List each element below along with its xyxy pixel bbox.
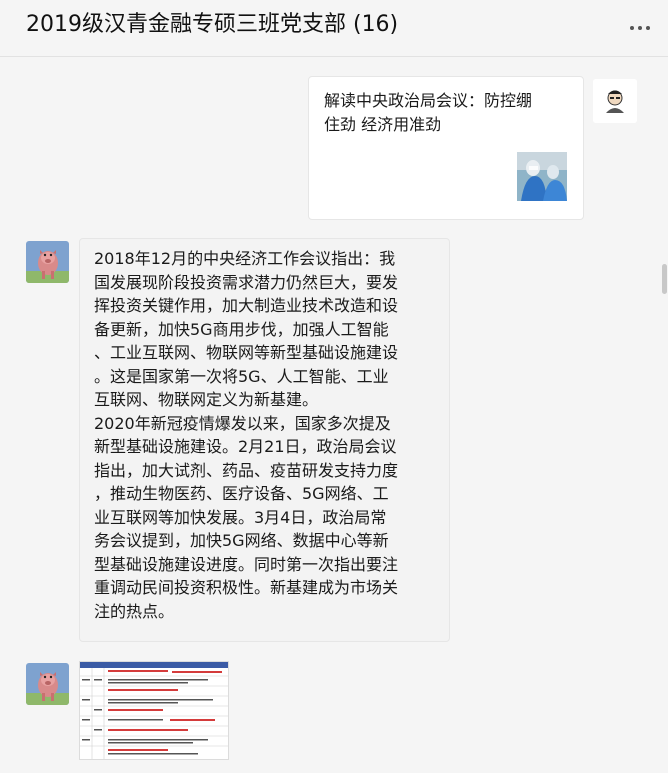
- text-message[interactable]: 2018年12月的中央经济工作会议指出：我 国发展现阶段投资需求潜力仍然巨大，要…: [79, 238, 450, 642]
- chat-scrollbar[interactable]: [660, 56, 668, 773]
- chat-scrollbar-thumb[interactable]: [662, 264, 667, 294]
- more-dots-icon[interactable]: [626, 14, 654, 42]
- link-card-message[interactable]: 解读中央政治局会议：防控绷住劲 经济用准劲: [308, 76, 584, 220]
- spreadsheet-screenshot-thumbnail[interactable]: [79, 661, 229, 760]
- sender-avatar[interactable]: [26, 663, 69, 705]
- pig-avatar-icon: [26, 241, 69, 283]
- chat-header: 2019级汉青金融专硕三班党支部 (16): [0, 0, 668, 57]
- self-avatar-icon: [593, 79, 637, 123]
- text-message-content: 2018年12月的中央经济工作会议指出：我 国发展现阶段投资需求潜力仍然巨大，要…: [94, 249, 399, 621]
- chat-title: 2019级汉青金融专硕三班党支部 (16): [26, 12, 399, 37]
- sender-avatar[interactable]: [26, 241, 69, 283]
- link-card-title: 解读中央政治局会议：防控绷住劲 经济用准劲: [324, 91, 533, 134]
- pig-avatar-icon: [26, 663, 69, 705]
- self-avatar[interactable]: [593, 79, 637, 123]
- medical-workers-photo: [517, 152, 567, 201]
